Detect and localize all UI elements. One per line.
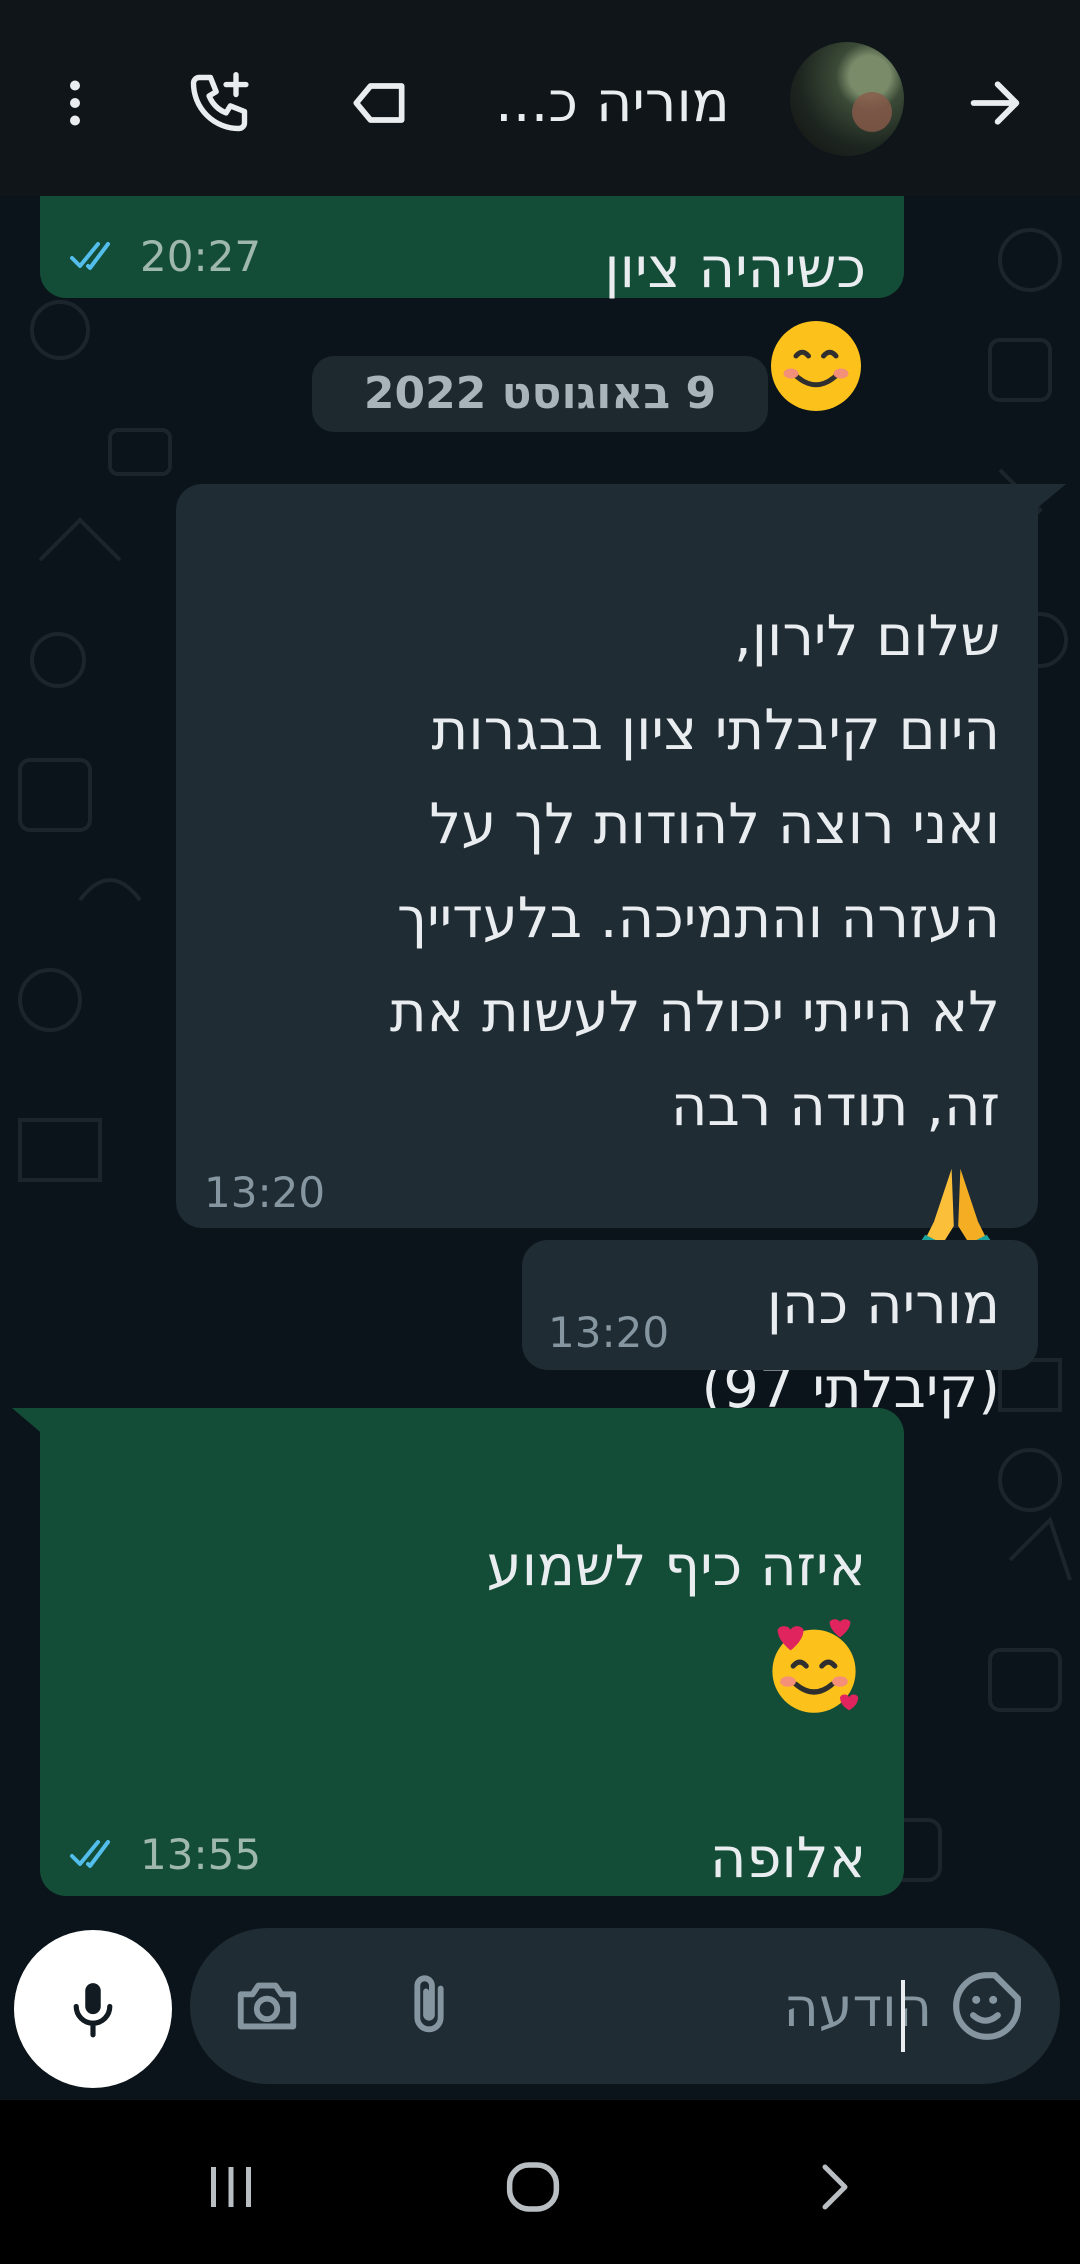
message-time: 13:55 [140,1830,262,1879]
label-icon [353,83,405,123]
voice-message-button[interactable] [14,1930,172,2088]
smiling-face-with-hearts-icon [772,1619,859,1713]
paperclip-icon [414,1975,444,2033]
message-incoming[interactable]: שלום לירון, היום קיבלתי ציון בבגרות ואני… [176,484,1038,1421]
mic-icon [73,1983,113,2038]
emoji-button[interactable] [948,1967,1026,2045]
message-time: 13:20 [548,1308,670,1357]
chat-header: מוריה כ... [0,0,1080,196]
camera-button[interactable] [228,1967,306,2045]
back-button[interactable] [950,58,1040,148]
attach-button[interactable] [390,1967,468,2045]
home-button[interactable] [488,2142,578,2232]
nav-back-button[interactable] [790,2142,880,2232]
text-cursor [901,1980,905,2052]
more-vert-icon [70,80,80,126]
avatar[interactable] [790,42,904,156]
label-button[interactable] [334,58,424,148]
date-separator: 9 באוגוסט 2022 [312,356,768,432]
recents-button[interactable] [186,2142,276,2232]
message-incoming[interactable]: מוריה כהן 13:20 [522,1240,1038,1370]
more-options-button[interactable] [30,58,120,148]
add-call-button[interactable] [174,58,264,148]
arrow-right-icon [970,81,1020,125]
folded-hands-icon [920,1168,992,1248]
bubble-tail [1030,484,1066,514]
recents-icon [211,2167,251,2207]
read-ticks-icon [70,242,110,270]
system-navigation-bar [0,2100,1080,2264]
message-time: 13:20 [204,1168,326,1217]
message-time: 20:27 [140,232,262,281]
message-text: מוריה כהן [766,1272,1000,1337]
home-icon [506,2162,560,2212]
read-ticks-icon [70,1840,110,1868]
contact-name[interactable]: מוריה כ... [495,66,740,140]
nav-back-icon [822,2164,848,2210]
message-composer [190,1928,1060,2084]
message-outgoing[interactable]: איזה כיף לשמוע אלופה לא היה לי ספק שתצלי… [40,1408,904,2191]
sticker-emoji-icon [953,1972,1021,2040]
add-call-icon [190,71,249,132]
camera-icon [237,1982,297,2030]
smiling-face-icon [771,321,861,411]
